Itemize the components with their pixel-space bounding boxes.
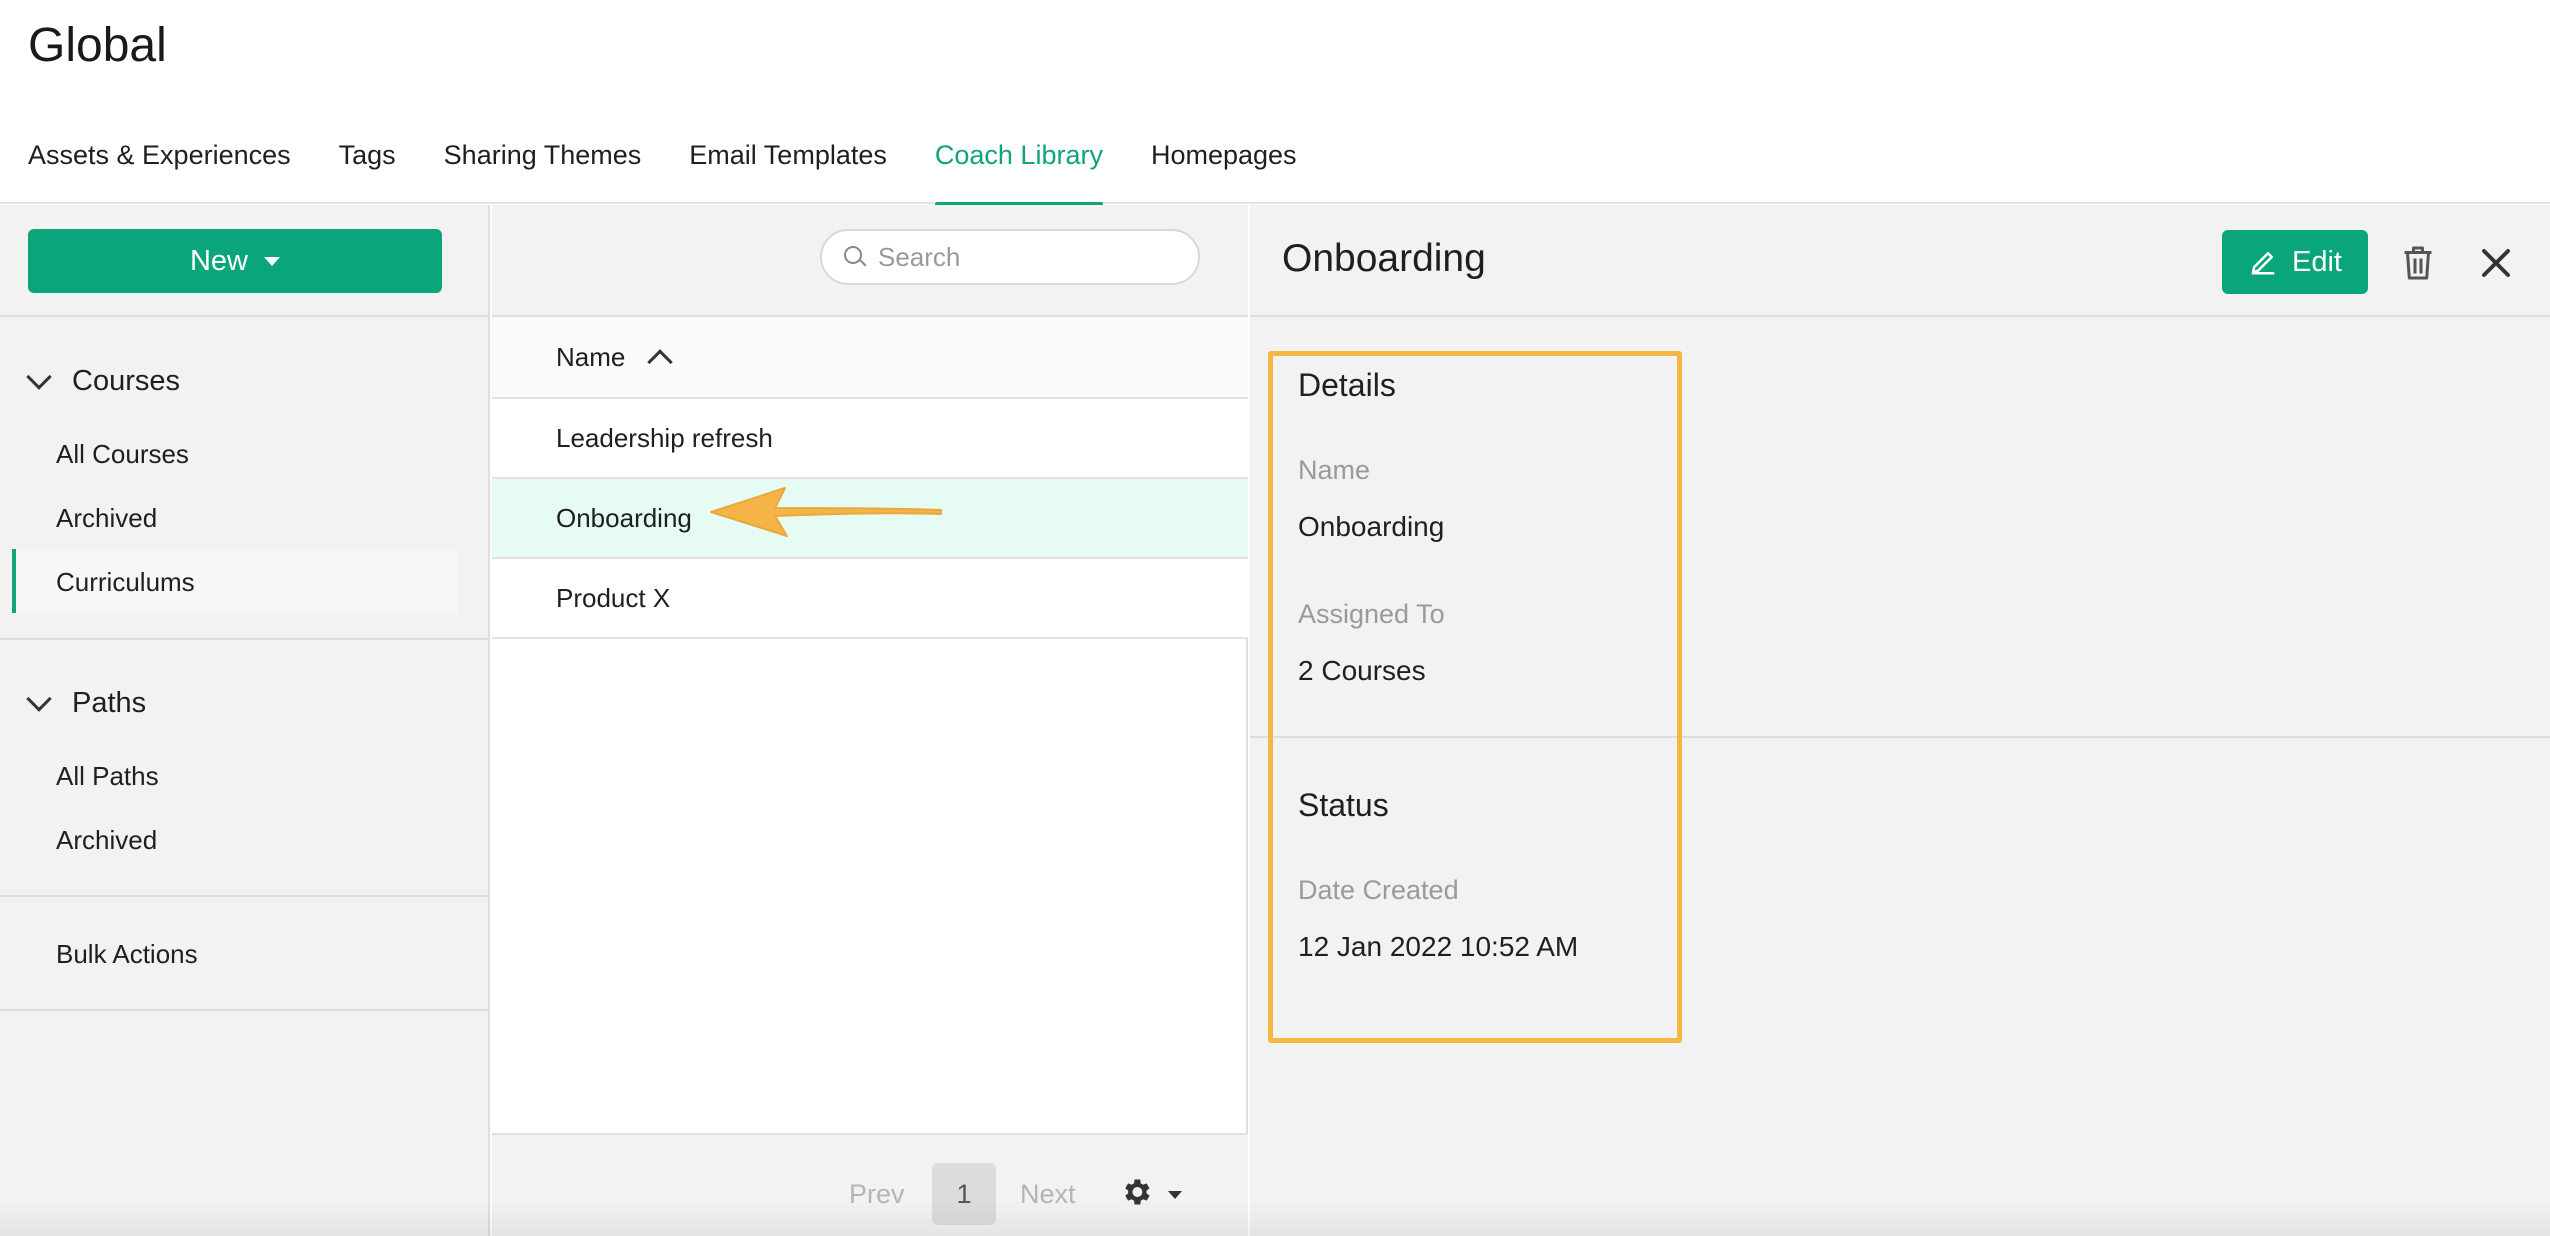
pager-page-button[interactable]: 1 bbox=[932, 1163, 996, 1225]
chevron-down-icon bbox=[26, 363, 52, 390]
search-icon bbox=[844, 246, 867, 268]
sidebar-item-curriculums[interactable]: Curriculums bbox=[56, 567, 195, 598]
details-heading: Details bbox=[1298, 367, 1396, 403]
new-button-label: New bbox=[189, 244, 248, 277]
name-value: Onboarding bbox=[1298, 511, 1445, 542]
sidebar-divider bbox=[0, 895, 490, 897]
detail-panel: Onboarding Edit Details Name Onboarding … bbox=[1250, 205, 2550, 1236]
page-title: Global bbox=[28, 19, 167, 72]
tab-assets-experiences[interactable]: Assets & Experiences bbox=[28, 140, 291, 204]
tab-bar: Assets & Experiences Tags Sharing Themes… bbox=[28, 140, 1297, 206]
list-footer: Prev 1 Next bbox=[492, 1133, 1248, 1236]
sidebar-section-courses[interactable]: Courses bbox=[26, 363, 180, 398]
sidebar: New Courses All Courses Archived Curricu… bbox=[0, 205, 490, 1236]
chevron-down-icon bbox=[26, 685, 52, 712]
list-item[interactable]: Leadership refresh bbox=[492, 399, 1248, 479]
detail-header: Onboarding Edit bbox=[1250, 205, 2550, 317]
column-header-label: Name bbox=[556, 341, 626, 372]
tab-tags[interactable]: Tags bbox=[339, 140, 396, 204]
pager-prev-button[interactable]: Prev bbox=[849, 1179, 905, 1210]
sort-ascending-icon bbox=[647, 349, 674, 375]
status-heading: Status bbox=[1298, 787, 1389, 823]
sidebar-section-label: Paths bbox=[72, 687, 147, 719]
edit-button[interactable]: Edit bbox=[2222, 230, 2368, 294]
caret-down-icon bbox=[264, 256, 280, 266]
sidebar-item-all-courses[interactable]: All Courses bbox=[56, 439, 189, 470]
search-box[interactable] bbox=[820, 229, 1200, 285]
date-created-value: 12 Jan 2022 10:52 AM bbox=[1298, 931, 1579, 962]
gear-icon[interactable] bbox=[1119, 1175, 1153, 1209]
pencil-icon bbox=[2251, 252, 2275, 275]
caret-down-icon[interactable] bbox=[1168, 1191, 1182, 1199]
tab-email-templates[interactable]: Email Templates bbox=[689, 140, 887, 204]
search-input[interactable] bbox=[878, 241, 1178, 273]
sidebar-section-paths[interactable]: Paths bbox=[26, 685, 147, 720]
pager-next-button[interactable]: Next bbox=[1020, 1179, 1076, 1210]
close-icon[interactable] bbox=[2478, 245, 2514, 281]
column-header-name[interactable]: Name bbox=[492, 317, 1248, 399]
edit-button-label: Edit bbox=[2292, 245, 2342, 278]
assigned-to-label: Assigned To bbox=[1298, 599, 1445, 629]
sidebar-item-courses-archived[interactable]: Archived bbox=[56, 503, 157, 534]
assigned-to-value: 2 Courses bbox=[1298, 655, 1426, 686]
list-panel: Name Leadership refresh Onboarding Produ… bbox=[492, 205, 1248, 1236]
list-item-label: Product X bbox=[556, 582, 671, 613]
date-created-label: Date Created bbox=[1298, 875, 1459, 905]
sidebar-divider bbox=[0, 638, 490, 640]
sidebar-divider bbox=[0, 315, 490, 317]
list-item-label: Leadership refresh bbox=[556, 422, 773, 453]
list-item-selected[interactable]: Onboarding bbox=[492, 479, 1248, 559]
list-item-label: Onboarding bbox=[556, 502, 692, 533]
tab-homepages[interactable]: Homepages bbox=[1151, 140, 1297, 204]
new-button[interactable]: New bbox=[28, 229, 442, 293]
tab-sharing-themes[interactable]: Sharing Themes bbox=[444, 140, 642, 204]
sidebar-divider bbox=[0, 1009, 490, 1011]
list-item[interactable]: Product X bbox=[492, 559, 1248, 639]
sidebar-item-bulk-actions[interactable]: Bulk Actions bbox=[56, 939, 198, 970]
detail-title: Onboarding bbox=[1282, 237, 1486, 280]
trash-icon[interactable] bbox=[2400, 243, 2436, 283]
sidebar-item-all-paths[interactable]: All Paths bbox=[56, 761, 159, 792]
app-header: Global Assets & Experiences Tags Sharing… bbox=[0, 0, 2550, 206]
section-divider bbox=[1250, 736, 2550, 738]
sidebar-item-paths-archived[interactable]: Archived bbox=[56, 825, 157, 856]
tab-coach-library[interactable]: Coach Library bbox=[934, 140, 1104, 206]
list-toolbar bbox=[492, 205, 1248, 317]
name-label: Name bbox=[1298, 455, 1371, 485]
sidebar-section-label: Courses bbox=[72, 365, 180, 397]
